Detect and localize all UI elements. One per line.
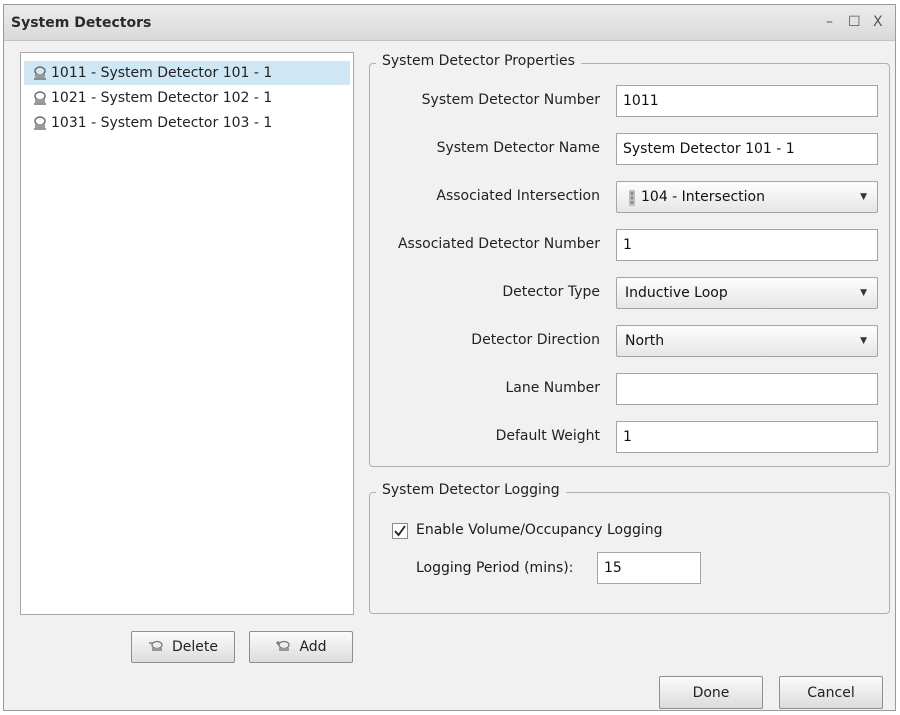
add-button-label: Add [299, 639, 327, 655]
detector-name-field[interactable]: System Detector 101 - 1 [616, 133, 878, 165]
default-weight-field[interactable]: 1 [616, 421, 878, 453]
detector-direction-value: North [625, 333, 665, 349]
list-item-label: 1021 - System Detector 102 - 1 [51, 90, 273, 106]
detector-type-label: Detector Type [502, 284, 600, 300]
chevron-down-icon: ▼ [860, 288, 867, 298]
detector-icon [34, 116, 46, 130]
detector-list[interactable]: 1011 - System Detector 101 - 1 1021 - Sy… [20, 52, 354, 615]
list-item-label: 1031 - System Detector 103 - 1 [51, 115, 273, 131]
done-button[interactable]: Done [659, 676, 763, 709]
enable-logging-checkbox[interactable] [392, 523, 408, 539]
add-detector-icon [276, 640, 291, 651]
detector-icon [34, 66, 46, 80]
maximize-button[interactable]: ☐ [848, 14, 861, 30]
logging-period-label: Logging Period (mins): [416, 560, 574, 576]
properties-group: System Detector Properties System Detect… [369, 53, 890, 468]
lane-number-label: Lane Number [505, 380, 600, 396]
associated-detector-number-label: Associated Detector Number [397, 236, 600, 252]
detector-number-field[interactable]: 1011 [616, 85, 878, 117]
chevron-down-icon: ▼ [860, 192, 867, 202]
delete-detector-icon [149, 640, 163, 651]
associated-intersection-label: Associated Intersection [436, 188, 600, 204]
close-button[interactable]: X [873, 14, 883, 30]
logging-group-title: System Detector Logging [376, 482, 566, 498]
window-title: System Detectors [11, 15, 152, 31]
detector-number-label: System Detector Number [421, 92, 600, 108]
list-item[interactable]: 1011 - System Detector 101 - 1 [24, 61, 350, 85]
properties-labels: System Detector Number System Detector N… [370, 64, 603, 468]
logging-group: System Detector Logging Enable Volume/Oc… [369, 482, 890, 614]
enable-logging-label[interactable]: Enable Volume/Occupancy Logging [416, 522, 663, 538]
associated-intersection-value: 104 - Intersection [641, 189, 765, 205]
lane-number-field[interactable] [616, 373, 878, 405]
delete-button-label: Delete [172, 639, 218, 655]
detector-direction-select[interactable]: North ▼ [616, 325, 878, 357]
logging-period-field[interactable]: 15 [597, 552, 701, 584]
default-weight-label: Default Weight [495, 428, 600, 444]
detector-type-select[interactable]: Inductive Loop ▼ [616, 277, 878, 309]
detector-icon [34, 91, 46, 105]
chevron-down-icon: ▼ [860, 336, 867, 346]
add-button[interactable]: Add [249, 631, 353, 663]
list-item[interactable]: 1021 - System Detector 102 - 1 [24, 86, 350, 110]
associated-detector-number-field[interactable]: 1 [616, 229, 878, 261]
list-item-label: 1011 - System Detector 101 - 1 [51, 65, 273, 81]
list-item[interactable]: 1031 - System Detector 103 - 1 [24, 111, 350, 135]
check-icon [394, 525, 406, 537]
associated-intersection-select[interactable]: 104 - Intersection ▼ [616, 181, 878, 213]
system-detectors-window: System Detectors – ☐ X 1011 - System Det… [3, 4, 896, 711]
cancel-button[interactable]: Cancel [779, 676, 883, 709]
detector-type-value: Inductive Loop [625, 285, 728, 301]
detector-name-label: System Detector Name [436, 140, 600, 156]
done-button-label: Done [692, 684, 730, 701]
delete-button[interactable]: Delete [131, 631, 235, 663]
traffic-signal-icon [629, 190, 635, 206]
minimize-button[interactable]: – [826, 14, 833, 30]
detector-direction-label: Detector Direction [471, 332, 600, 348]
cancel-button-label: Cancel [807, 684, 855, 701]
title-bar: System Detectors – ☐ X [4, 5, 895, 41]
